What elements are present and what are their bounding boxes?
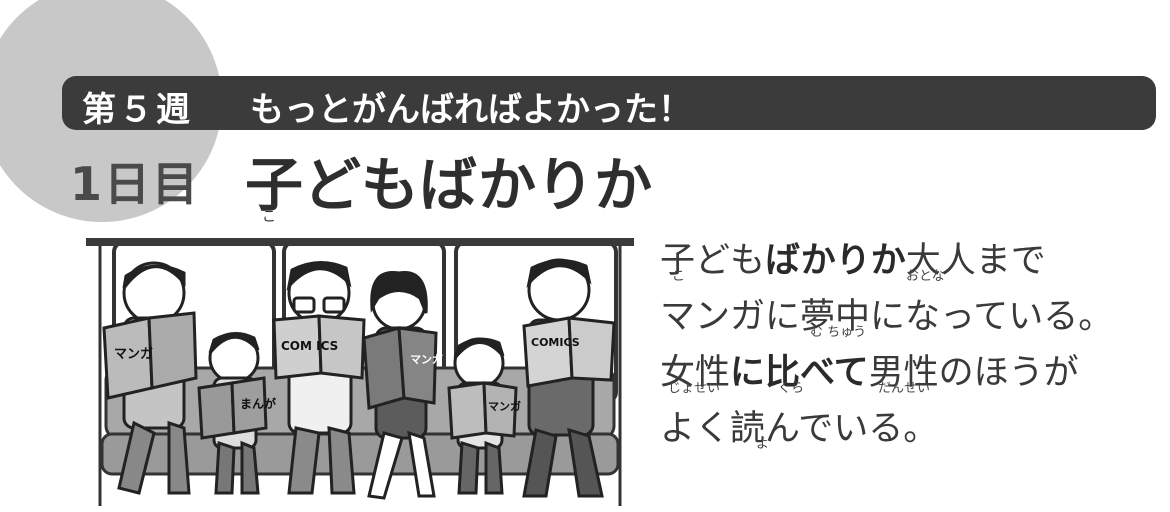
ruby-otona: おとな [906,269,945,284]
line4-text: よく読んでいる。 [660,409,939,449]
week-subtitle: もっとがんばればよかった！ [250,90,692,130]
book-6 [522,316,616,388]
week-label: 第５週 [82,90,193,130]
book-label-6: COMICS [531,336,580,349]
body-line-4: よく読んでいる。 よ [660,401,1113,457]
book-label-4: マンガ [410,352,443,366]
day-label: 1日目 [70,157,201,211]
book-label-2: まんが [240,396,276,411]
line2-text: マンガに夢中になっている。 [660,297,1114,337]
ruby-yo: よ [756,437,770,452]
body-text: 子どもばかりか大人まで こ おとな マンガに夢中になっている。 む ちゅう 女性… [660,233,1113,457]
ruby-dansei: だんせい [878,381,931,396]
train-reading-illustration: マンガ まんが COM ICS マンガ マンガ COMICS [86,238,634,506]
ruby-kura: くら [778,381,805,396]
body-line-2: マンガに夢中になっている。 む ちゅう [660,289,1113,345]
title-furigana: こ [262,209,276,225]
ruby-josei: じょせい [668,381,721,396]
book-label-1: マンガ [114,347,153,362]
line1-bold: ばかりか [765,241,906,281]
ruby-muchu: む ちゅう [810,325,867,340]
page-title: 子どもばかりか [245,151,653,219]
body-line-1: 子どもばかりか大人まで こ おとな [660,233,1113,289]
ruby-ko: こ [672,269,686,284]
book-label-5: マンガ [488,399,521,413]
book-label-3: COM ICS [281,339,338,353]
body-line-3: 女性に比べて男性のほうが じょせい くら だんせい [660,345,1113,401]
book-4 [362,326,438,410]
